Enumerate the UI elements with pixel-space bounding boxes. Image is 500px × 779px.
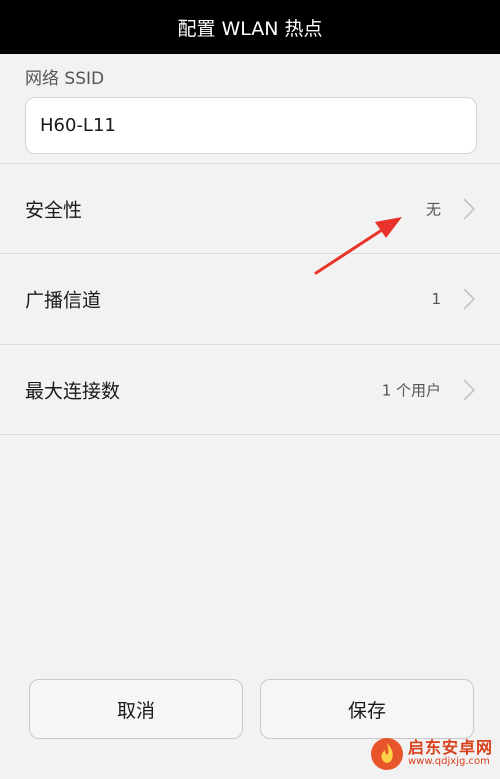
broadcast-channel-row[interactable]: 广播信道 1	[0, 253, 500, 343]
watermark: 启东安卓网 www.qdjxjg.com	[370, 737, 493, 771]
max-connections-value: 1 个用户	[381, 381, 441, 399]
ssid-label: 网络 SSID	[25, 69, 105, 89]
chevron-right-icon	[463, 287, 476, 310]
security-row[interactable]: 安全性 无	[0, 163, 500, 253]
security-value: 无	[425, 200, 441, 218]
cancel-button[interactable]: 取消	[29, 679, 243, 739]
max-connections-label: 最大连接数	[25, 380, 121, 402]
list-divider	[0, 434, 500, 435]
title-bar: 配置 WLAN 热点	[0, 0, 500, 54]
max-connections-row[interactable]: 最大连接数 1 个用户	[0, 344, 500, 434]
watermark-url: www.qdjxjg.com	[408, 756, 490, 768]
save-button[interactable]: 保存	[260, 679, 474, 739]
chevron-right-icon	[463, 378, 476, 401]
watermark-name: 启东安卓网	[408, 738, 494, 758]
broadcast-channel-value: 1	[431, 289, 441, 308]
chevron-right-icon	[463, 197, 476, 220]
page-title: 配置 WLAN 热点	[177, 17, 323, 40]
ssid-input[interactable]	[25, 97, 477, 154]
broadcast-channel-label: 广播信道	[25, 289, 102, 311]
security-label: 安全性	[25, 199, 83, 221]
flame-logo-icon	[371, 738, 403, 770]
